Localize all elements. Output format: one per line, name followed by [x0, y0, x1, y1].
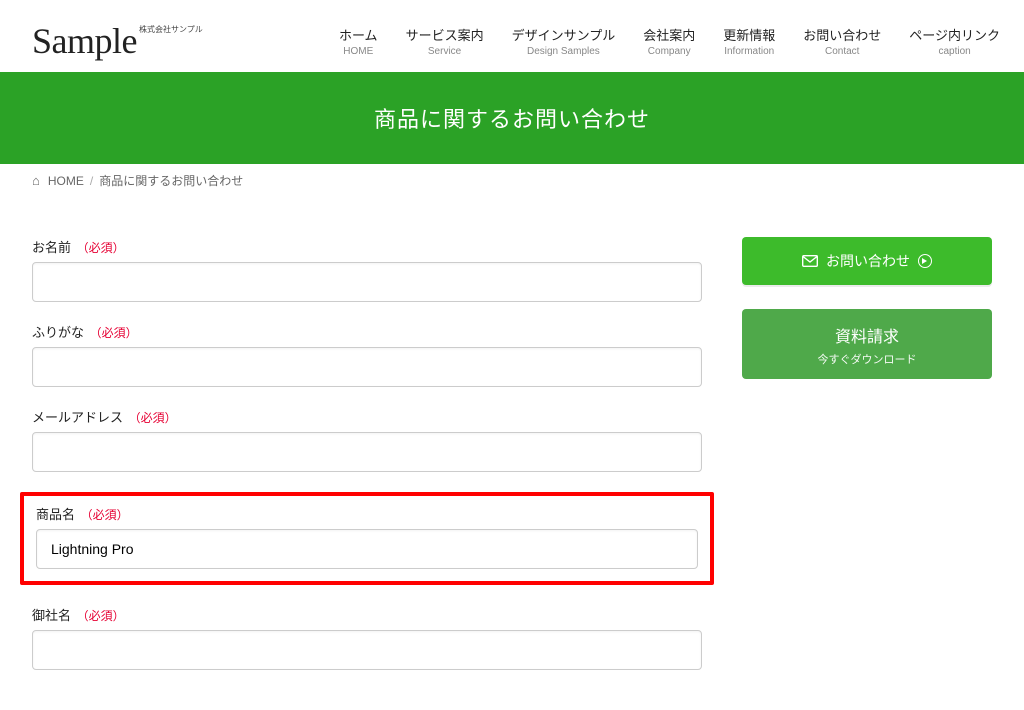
- nav-sublabel: Company: [643, 46, 695, 57]
- nav-label: お問い合わせ: [803, 28, 881, 43]
- nav-label: ページ内リンク: [909, 28, 1000, 43]
- arrow-right-icon: [918, 254, 932, 268]
- field-name: お名前 （必須）: [32, 237, 702, 302]
- nav-sublabel: caption: [909, 46, 1000, 57]
- nav-information[interactable]: 更新情報 Information: [723, 25, 775, 57]
- nav-label: 更新情報: [723, 28, 775, 43]
- logo-subtitle: 株式会社サンプル: [139, 24, 203, 35]
- nav-contact[interactable]: お問い合わせ Contact: [803, 25, 881, 57]
- breadcrumb: HOME / 商品に関するお問い合わせ: [0, 164, 1024, 197]
- nav-company[interactable]: 会社案内 Company: [643, 25, 695, 57]
- home-icon: [32, 173, 42, 188]
- label-name: お名前 （必須）: [32, 237, 702, 256]
- input-company[interactable]: [32, 630, 702, 670]
- required-badge: （必須）: [77, 241, 125, 255]
- input-furigana[interactable]: [32, 347, 702, 387]
- label-email: メールアドレス （必須）: [32, 407, 702, 426]
- required-badge: （必須）: [77, 609, 125, 623]
- input-email[interactable]: [32, 432, 702, 472]
- nav-sublabel: HOME: [339, 46, 378, 57]
- breadcrumb-separator: /: [90, 174, 93, 188]
- sidebar-download-main: 資料請求: [752, 323, 982, 347]
- sidebar-download-sub: 今すぐダウンロード: [752, 351, 982, 367]
- required-badge: （必須）: [90, 326, 138, 340]
- nav-label: ホーム: [339, 28, 378, 43]
- nav-label: デザインサンプル: [512, 28, 616, 43]
- field-furigana: ふりがな （必須）: [32, 322, 702, 387]
- nav-sublabel: Service: [406, 46, 484, 57]
- nav-home[interactable]: ホーム HOME: [339, 25, 378, 57]
- logo-text: Sample: [32, 20, 137, 62]
- required-badge: （必須）: [129, 411, 177, 425]
- input-name[interactable]: [32, 262, 702, 302]
- nav-service[interactable]: サービス案内 Service: [406, 25, 484, 57]
- nav-label: 会社案内: [643, 28, 695, 43]
- sidebar-contact-label: お問い合わせ: [826, 251, 910, 271]
- sidebar-contact-button[interactable]: お問い合わせ: [742, 237, 992, 285]
- required-badge: （必須）: [81, 508, 129, 522]
- label-product: 商品名 （必須）: [36, 504, 698, 523]
- main-nav: ホーム HOME サービス案内 Service デザインサンプル Design …: [339, 25, 1000, 57]
- sidebar: お問い合わせ 資料請求 今すぐダウンロード: [742, 237, 992, 403]
- field-product-highlighted: 商品名 （必須）: [20, 492, 714, 585]
- breadcrumb-current: 商品に関するお問い合わせ: [99, 172, 243, 189]
- site-header: Sample 株式会社サンプル ホーム HOME サービス案内 Service …: [0, 0, 1024, 72]
- input-product[interactable]: [36, 529, 698, 569]
- nav-sublabel: Information: [723, 46, 775, 57]
- nav-caption[interactable]: ページ内リンク caption: [909, 25, 1000, 57]
- nav-design-samples[interactable]: デザインサンプル Design Samples: [512, 25, 616, 57]
- nav-sublabel: Design Samples: [512, 46, 616, 57]
- field-email: メールアドレス （必須）: [32, 407, 702, 472]
- nav-label: サービス案内: [406, 28, 484, 43]
- mail-icon: [802, 255, 818, 267]
- inquiry-form: お名前 （必須） ふりがな （必須） メールアドレス （必須） 商品名 （必須）: [32, 237, 702, 690]
- page-hero: 商品に関するお問い合わせ: [0, 72, 1024, 164]
- site-logo[interactable]: Sample 株式会社サンプル: [32, 20, 203, 62]
- sidebar-download-button[interactable]: 資料請求 今すぐダウンロード: [742, 309, 992, 379]
- nav-sublabel: Contact: [803, 46, 881, 57]
- label-furigana: ふりがな （必須）: [32, 322, 702, 341]
- breadcrumb-home[interactable]: HOME: [48, 174, 84, 188]
- field-company: 御社名 （必須）: [32, 605, 702, 670]
- page-title: 商品に関するお問い合わせ: [0, 102, 1024, 134]
- label-company: 御社名 （必須）: [32, 605, 702, 624]
